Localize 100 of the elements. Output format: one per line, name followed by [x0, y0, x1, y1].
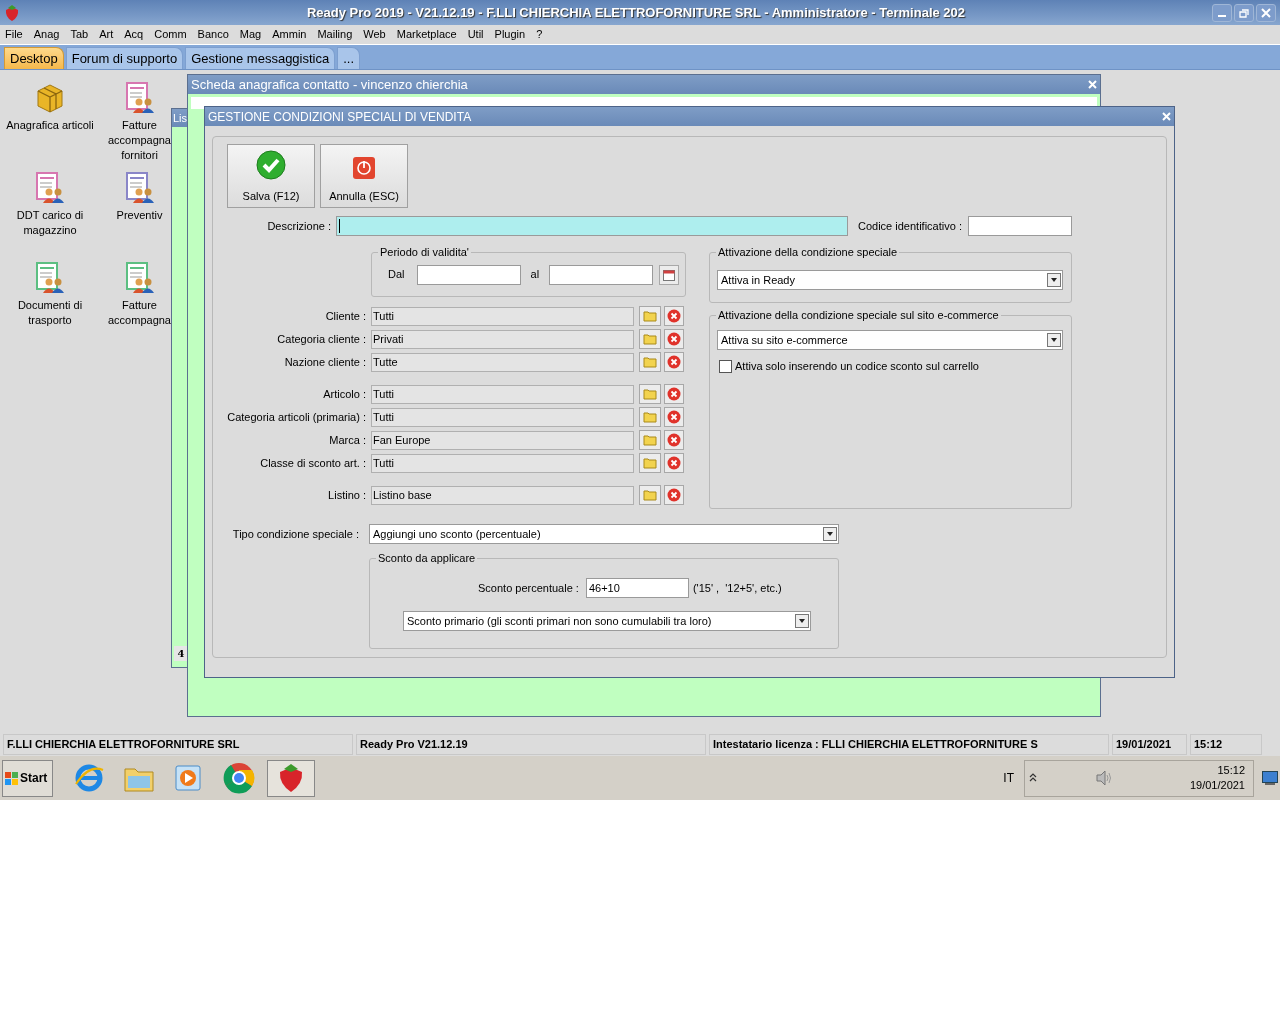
- filter-field: Tutti: [371, 306, 634, 326]
- menu-item[interactable]: Plugin: [494, 26, 526, 43]
- browse-button[interactable]: [639, 453, 661, 473]
- menu-item[interactable]: Ammin: [272, 26, 307, 43]
- menu-item[interactable]: Comm: [154, 26, 187, 43]
- dropdown[interactable]: Sconto primario (gli sconti primari non sono cumulabili tra loro): [403, 611, 811, 631]
- calendar-icon: [663, 268, 676, 281]
- clear-button[interactable]: [664, 485, 684, 505]
- tab[interactable]: ...: [337, 47, 361, 69]
- close-icon: [667, 488, 681, 502]
- filter-field: Privati: [371, 329, 634, 349]
- chevron-up-icon[interactable]: [1029, 773, 1037, 783]
- status-cell: Intestatario licenza : FLLI CHIERCHIA ELETTROFORNITURE S: [709, 733, 1109, 755]
- filter-field: Fan Europe: [371, 430, 634, 450]
- desktop-icon-label[interactable]: Preventiv: [116, 208, 163, 223]
- speaker-icon[interactable]: [1095, 770, 1113, 786]
- tab[interactable]: Desktop: [4, 47, 64, 69]
- browse-button[interactable]: [639, 485, 661, 505]
- menu-item[interactable]: Acq: [124, 26, 144, 43]
- menu-item[interactable]: ?: [536, 26, 543, 43]
- strawberry-icon: [4, 3, 20, 22]
- description-field[interactable]: [336, 216, 848, 236]
- field-label: al: [530, 267, 540, 283]
- field-label: Codice identificativo :: [858, 218, 962, 234]
- code-field[interactable]: [967, 216, 1072, 236]
- desktop-icon-label[interactable]: Fatture accompagna: [108, 298, 171, 328]
- desktop-icon-label[interactable]: Fatture accompagna fornitori: [108, 118, 171, 163]
- page-number: 4: [174, 646, 188, 661]
- filter-field: Tutti: [371, 407, 634, 427]
- close-icon: [667, 387, 681, 401]
- clear-button[interactable]: [664, 352, 684, 372]
- restore-button[interactable]: [1234, 3, 1254, 22]
- start-button[interactable]: Start: [2, 759, 53, 797]
- clear-button[interactable]: [664, 407, 684, 427]
- media-player-icon[interactable]: [173, 763, 203, 793]
- clear-button[interactable]: [664, 430, 684, 450]
- hint-text: ('15' , '12+5', etc.): [692, 580, 782, 596]
- checkbox[interactable]: [719, 359, 732, 373]
- windows-logo-icon: [5, 771, 18, 785]
- language-indicator[interactable]: IT: [1003, 769, 1014, 787]
- desktop-icon-label[interactable]: DDT carico di magazzino: [16, 208, 84, 238]
- close-button[interactable]: [1256, 3, 1276, 22]
- clear-button[interactable]: [664, 329, 684, 349]
- browse-button[interactable]: [639, 407, 661, 427]
- browse-button[interactable]: [639, 329, 661, 349]
- chrome-icon[interactable]: [223, 762, 255, 794]
- date-field[interactable]: [549, 264, 654, 285]
- restore-icon: [1239, 7, 1249, 18]
- menu-item[interactable]: Tab: [70, 26, 89, 43]
- browser-e-icon[interactable]: [73, 762, 105, 794]
- desktop-icon-label[interactable]: Documenti di trasporto: [17, 298, 83, 328]
- folder-icon: [643, 310, 657, 322]
- save-button[interactable]: Salva (F12): [227, 144, 315, 208]
- window-title: GESTIONE CONDIZIONI SPECIALI DI VENDITA: [208, 108, 472, 126]
- clear-button[interactable]: [664, 384, 684, 404]
- browse-button[interactable]: [639, 384, 661, 404]
- field-label: Categoria articoli (primaria) :: [227, 409, 366, 425]
- browse-button[interactable]: [639, 306, 661, 326]
- close-icon: [667, 456, 681, 470]
- menu-item[interactable]: Mag: [239, 26, 262, 43]
- document-people-icon: [123, 82, 156, 114]
- discount-field[interactable]: 46+10: [585, 578, 689, 598]
- calendar-button[interactable]: [659, 264, 680, 285]
- menu-item[interactable]: Banco: [197, 26, 229, 43]
- dropdown[interactable]: Aggiungi uno sconto (percentuale): [369, 524, 839, 544]
- field-label: Descrizione :: [266, 218, 331, 234]
- minimize-button[interactable]: [1212, 3, 1232, 22]
- status-cell: 15:12: [1190, 733, 1262, 755]
- tab[interactable]: Forum di supporto: [65, 47, 184, 69]
- menu-item[interactable]: Util: [467, 26, 484, 43]
- menu-item[interactable]: Web: [363, 26, 386, 43]
- show-desktop-icon[interactable]: [1262, 771, 1278, 785]
- close-icon[interactable]: [1162, 112, 1171, 121]
- taskbar-app-button[interactable]: [267, 759, 315, 797]
- document-people-icon: [34, 262, 66, 294]
- clock-time[interactable]: 15:12: [1217, 763, 1245, 778]
- clock-date[interactable]: 19/01/2021: [1189, 778, 1245, 793]
- date-field[interactable]: [416, 264, 521, 285]
- clear-button[interactable]: [664, 306, 684, 326]
- menu-item[interactable]: Marketplace: [396, 26, 457, 43]
- group-title: Sconto da applicare: [376, 551, 478, 565]
- cancel-button[interactable]: Annulla (ESC): [320, 144, 408, 208]
- folder-icon: [643, 388, 657, 400]
- folder-icon: [643, 489, 657, 501]
- browse-button[interactable]: [639, 352, 661, 372]
- menu-item[interactable]: File: [5, 26, 23, 43]
- close-icon: [1261, 7, 1271, 18]
- tab[interactable]: Gestione messaggistica: [185, 47, 336, 69]
- text-cursor: [339, 219, 340, 233]
- menu-item[interactable]: Mailing: [317, 26, 353, 43]
- clear-button[interactable]: [664, 453, 684, 473]
- dropdown[interactable]: Attiva su sito e-commerce: [717, 330, 1063, 350]
- dropdown[interactable]: Attiva in Ready: [717, 270, 1063, 290]
- menu-item[interactable]: Anag: [33, 26, 60, 43]
- field-label: Categoria cliente :: [276, 331, 366, 347]
- browse-button[interactable]: [639, 430, 661, 450]
- folder-icon: [643, 356, 657, 368]
- desktop-icon-label[interactable]: Anagrafica articoli: [6, 118, 94, 133]
- close-icon[interactable]: [1088, 80, 1097, 89]
- menu-item[interactable]: Art: [99, 26, 114, 43]
